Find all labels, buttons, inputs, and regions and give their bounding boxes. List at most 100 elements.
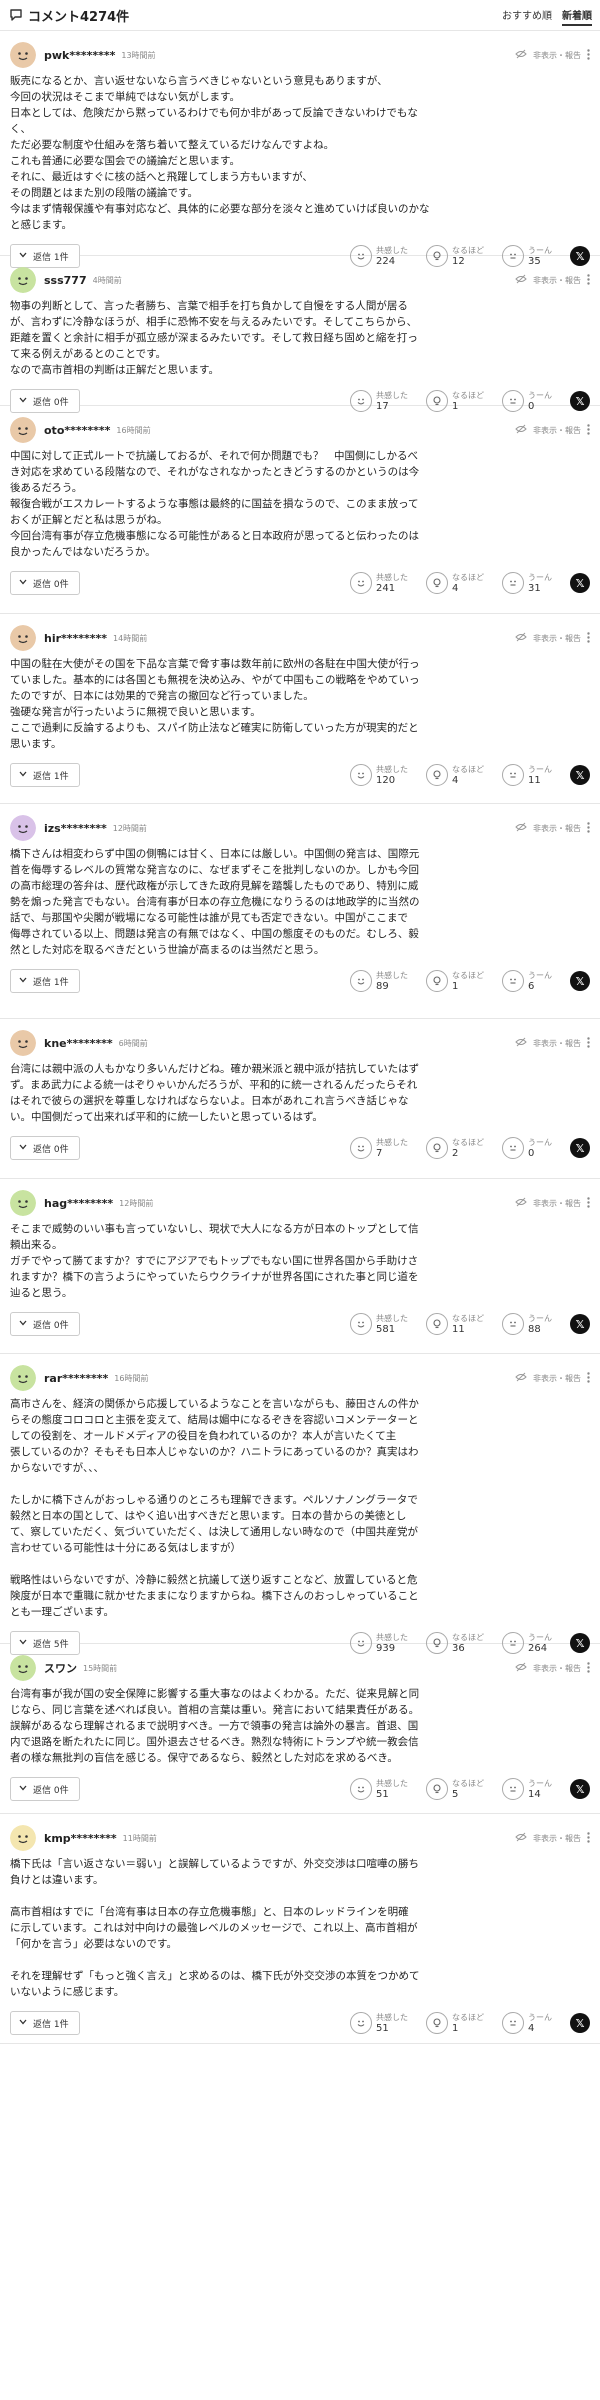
sort-newest-tab[interactable]: 新着順 (562, 5, 592, 26)
reply-toggle-button[interactable]: 返信 1件 (10, 763, 80, 787)
hide-report-link[interactable]: 非表示・報告 (533, 1198, 581, 1209)
hide-report-link[interactable]: 非表示・報告 (533, 50, 581, 61)
comment-footer: 返信 0件 共感した 241 なるほど 4 うーん 31 𝕏 (10, 566, 590, 600)
user-avatar-icon[interactable] (10, 1190, 36, 1216)
user-avatar-icon[interactable] (10, 267, 36, 293)
insight-button[interactable]: なるほど 1 (426, 970, 484, 992)
insight-button[interactable]: なるほど 4 (426, 764, 484, 786)
empathy-button[interactable]: 共感した 241 (350, 572, 408, 594)
reply-toggle-button[interactable]: 返信 0件 (10, 1312, 80, 1336)
more-options-icon[interactable] (587, 1371, 590, 1385)
user-name[interactable]: スワン (44, 1660, 77, 1676)
user-avatar-icon[interactable] (10, 815, 36, 841)
insight-label: なるほど (452, 1138, 484, 1147)
insight-button[interactable]: なるほど 5 (426, 1778, 484, 1800)
x-share-icon[interactable]: 𝕏 (570, 573, 590, 593)
hide-report-link[interactable]: 非表示・報告 (533, 1038, 581, 1049)
more-options-icon[interactable] (587, 631, 590, 645)
x-share-icon[interactable]: 𝕏 (570, 1779, 590, 1799)
user-name[interactable]: hag******** (44, 1197, 113, 1210)
hmm-button[interactable]: うーん 88 (502, 1313, 552, 1335)
user-avatar-icon[interactable] (10, 625, 36, 651)
hmm-button[interactable]: うーん 4 (502, 2012, 552, 2034)
hmm-count: 11 (528, 775, 541, 786)
comment-line: 今回台湾有事が存立危機事態になる可能性があると日本政府が思ってると伝わったのは (10, 530, 419, 542)
hide-report-link[interactable]: 非表示・報告 (533, 275, 581, 286)
reply-toggle-button[interactable]: 返信 0件 (10, 1136, 80, 1160)
x-share-icon[interactable]: 𝕏 (570, 971, 590, 991)
x-share-icon[interactable]: 𝕏 (570, 2013, 590, 2033)
more-options-icon[interactable] (587, 821, 590, 835)
insight-label: なるほど (452, 971, 484, 980)
x-share-icon[interactable]: 𝕏 (570, 1314, 590, 1334)
x-share-icon[interactable]: 𝕏 (570, 765, 590, 785)
hmm-button[interactable]: うーん 31 (502, 572, 552, 594)
hide-report-link[interactable]: 非表示・報告 (533, 1663, 581, 1674)
hide-report-link[interactable]: 非表示・報告 (533, 823, 581, 834)
comment-actions: 非表示・報告 (515, 1831, 590, 1845)
comment-actions: 非表示・報告 (515, 1036, 590, 1050)
insight-button[interactable]: なるほど 11 (426, 1313, 484, 1335)
user-name[interactable]: hir******** (44, 632, 107, 645)
insight-label: なるほど (452, 765, 484, 774)
comment-line: 頼出来る。 (10, 1239, 63, 1251)
more-options-icon[interactable] (587, 1831, 590, 1845)
empathy-button[interactable]: 共感した 581 (350, 1313, 408, 1335)
insight-button[interactable]: なるほど 1 (426, 2012, 484, 2034)
empathy-count: 51 (376, 2023, 389, 2034)
user-avatar-icon[interactable] (10, 1030, 36, 1056)
comment-item: izs******** 12時間前 非表示・報告 橋下さんは相変わらず中国の側鴨… (0, 804, 600, 1019)
user-avatar-icon[interactable] (10, 1825, 36, 1851)
comment-line: 張しているのか？そもそも日本人じゃないのか？ハニトラにあっているのか？真実はわ (10, 1446, 419, 1458)
user-name[interactable]: kne******** (44, 1037, 113, 1050)
more-options-icon[interactable] (587, 1661, 590, 1675)
empathy-button[interactable]: 共感した 89 (350, 970, 408, 992)
more-options-icon[interactable] (587, 1196, 590, 1210)
reply-count: 返信 1件 (33, 771, 69, 782)
comment-time: 15時間前 (83, 1663, 118, 1673)
sort-recommended-tab[interactable]: おすすめ順 (502, 5, 552, 26)
comment-line: とも一理ございます。 (10, 1606, 114, 1618)
comment-line: ず。まあ武力による統一はぞりゃいかんだろうが、平和的に統一されるんだったらそれ (10, 1079, 418, 1091)
empathy-button[interactable]: 共感した 120 (350, 764, 408, 786)
reply-count: 返信 1件 (33, 2019, 69, 2030)
hmm-button[interactable]: うーん 6 (502, 970, 552, 992)
user-avatar-icon[interactable] (10, 42, 36, 68)
comment-line: て、察していただく、気づいていただく、は決して通用しない時なので（中国共産党が (10, 1526, 419, 1538)
hmm-button[interactable]: うーん 0 (502, 1137, 552, 1159)
reply-toggle-button[interactable]: 返信 1件 (10, 2011, 80, 2035)
hide-report-link[interactable]: 非表示・報告 (533, 1373, 581, 1384)
user-avatar-icon[interactable] (10, 417, 36, 443)
hide-report-link[interactable]: 非表示・報告 (533, 1833, 581, 1844)
more-options-icon[interactable] (587, 48, 590, 62)
user-name[interactable]: rar******** (44, 1372, 108, 1385)
hmm-button[interactable]: うーん 11 (502, 764, 552, 786)
more-options-icon[interactable] (587, 273, 590, 287)
x-share-icon[interactable]: 𝕏 (570, 1138, 590, 1158)
comment-line: 台湾には親中派の人もかなり多いんだけどね。確か親米派と親中派が拮抗していたはず (10, 1063, 420, 1075)
hide-report-link[interactable]: 非表示・報告 (533, 633, 581, 644)
empathy-button[interactable]: 共感した 7 (350, 1137, 408, 1159)
hmm-button[interactable]: うーん 14 (502, 1778, 552, 1800)
user-avatar-icon[interactable] (10, 1365, 36, 1391)
reply-toggle-button[interactable]: 返信 1件 (10, 969, 80, 993)
insight-button[interactable]: なるほど 2 (426, 1137, 484, 1159)
user-name[interactable]: sss777 (44, 274, 87, 287)
user-name[interactable]: kmp******** (44, 1832, 117, 1845)
chevron-down-icon (19, 1319, 27, 1329)
empathy-label: 共感した (376, 391, 408, 400)
reply-toggle-button[interactable]: 返信 0件 (10, 571, 80, 595)
insight-button[interactable]: なるほど 4 (426, 572, 484, 594)
user-avatar-icon[interactable] (10, 1655, 36, 1681)
user-name[interactable]: izs******** (44, 822, 107, 835)
more-options-icon[interactable] (587, 423, 590, 437)
user-name[interactable]: oto******** (44, 424, 110, 437)
empathy-button[interactable]: 共感した 51 (350, 1778, 408, 1800)
reply-toggle-button[interactable]: 返信 0件 (10, 1777, 80, 1801)
empathy-button[interactable]: 共感した 51 (350, 2012, 408, 2034)
more-options-icon[interactable] (587, 1036, 590, 1050)
hide-report-link[interactable]: 非表示・報告 (533, 425, 581, 436)
comment-body: 橋下さんは相変わらず中国の側鴨には甘く、日本には厳しい。中国側の発言は、国際元首… (10, 842, 590, 958)
user-name[interactable]: pwk******** (44, 49, 115, 62)
comment-footer: 返信 0件 共感した 7 なるほど 2 うーん 0 𝕏 (10, 1131, 590, 1165)
